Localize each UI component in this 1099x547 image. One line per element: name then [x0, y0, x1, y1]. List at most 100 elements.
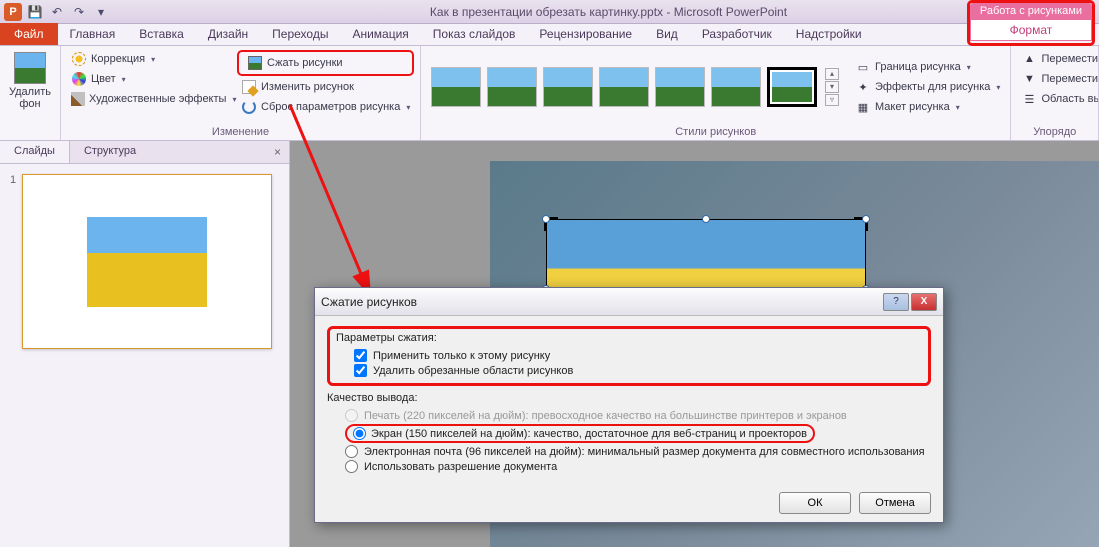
group-remove-bg: Удалитьфон	[0, 46, 61, 140]
compress-icon	[248, 56, 262, 70]
quality-document-input[interactable]	[345, 460, 358, 473]
group-styles-label: Стили рисунков	[427, 124, 1004, 138]
tab-file[interactable]: Файл	[0, 23, 58, 45]
corrections-label: Коррекция	[91, 53, 145, 65]
remove-background-button[interactable]: Удалитьфон	[6, 50, 54, 138]
tab-slideshow[interactable]: Показ слайдов	[421, 23, 528, 45]
remove-bg-l1: Удалить	[9, 86, 51, 98]
pic-effects-label: Эффекты для рисунка	[875, 81, 990, 93]
selection-icon: ☰	[1021, 91, 1037, 107]
group-picture-styles: ▴ ▾ ▿ ▭ Граница рисунка ✦Эффекты для рису…	[421, 46, 1011, 140]
delete-cropped-input[interactable]	[354, 364, 367, 377]
border-icon: ▭	[855, 59, 871, 75]
change-picture-icon	[242, 80, 256, 94]
palette-icon	[72, 72, 86, 86]
tab-insert[interactable]: Вставка	[127, 23, 196, 45]
ribbon: Удалитьфон Коррекция Цвет Художественные…	[0, 46, 1099, 141]
color-label: Цвет	[91, 73, 116, 85]
ok-button[interactable]: ОК	[779, 492, 851, 514]
quality-screen-highlight: Экран (150 пикселей на дюйм): качество, …	[345, 424, 815, 443]
compress-label: Сжать рисунки	[267, 57, 343, 69]
corrections-button[interactable]: Коррекция	[67, 50, 237, 68]
style-thumb-7[interactable]	[767, 67, 817, 107]
dialog-title: Сжатие рисунков	[321, 295, 417, 309]
contextual-group-label: Работа с рисунками	[970, 3, 1092, 19]
style-thumb-2[interactable]	[487, 67, 537, 107]
redo-icon[interactable]: ↷	[70, 3, 88, 21]
quick-access-toolbar: 💾 ↶ ↷ ▾	[26, 3, 110, 21]
effects-label: Художественные эффекты	[89, 93, 226, 105]
group-arrange-label: Упорядо	[1017, 124, 1092, 138]
ribbon-tabs: Файл Главная Вставка Дизайн Переходы Ани…	[0, 24, 1099, 46]
panel-tabs: Слайды Структура ×	[0, 141, 289, 164]
dialog-body: Параметры сжатия: Применить только к это…	[315, 316, 943, 484]
quality-screen-input[interactable]	[353, 427, 366, 440]
apply-only-this-input[interactable]	[354, 349, 367, 362]
contextual-picture-tools: Работа с рисунками Формат	[967, 0, 1095, 46]
style-thumb-5[interactable]	[655, 67, 705, 107]
title-bar: P 💾 ↶ ↷ ▾ Как в презентации обрезать кар…	[0, 0, 1099, 24]
quality-email-input[interactable]	[345, 445, 358, 458]
picture-layout-button[interactable]: ▦Макет рисунка	[851, 98, 1004, 116]
send-backward-button[interactable]: ▼Переместить на	[1017, 70, 1099, 88]
brush-icon	[71, 92, 85, 106]
picture-border-button[interactable]: ▭ Граница рисунка	[851, 58, 1004, 76]
tab-format[interactable]: Формат	[970, 19, 1092, 41]
slides-panel: Слайды Структура × 1	[0, 141, 290, 547]
tab-view[interactable]: Вид	[644, 23, 690, 45]
tab-home[interactable]: Главная	[58, 23, 128, 45]
reset-picture-button[interactable]: Сброс параметров рисунка	[237, 98, 414, 116]
change-picture-button[interactable]: Изменить рисунок	[237, 78, 414, 96]
delete-cropped-checkbox[interactable]: Удалить обрезанные области рисунков	[354, 363, 922, 378]
gallery-more[interactable]: ▿	[825, 94, 839, 106]
quality-document-radio[interactable]: Использовать разрешение документа	[345, 459, 931, 474]
bring-forward-button[interactable]: ▲Переместить вп	[1017, 50, 1099, 68]
style-thumb-4[interactable]	[599, 67, 649, 107]
tab-review[interactable]: Рецензирование	[527, 23, 644, 45]
panel-tab-structure[interactable]: Структура	[70, 141, 150, 163]
gallery-down[interactable]: ▾	[825, 81, 839, 93]
style-thumb-3[interactable]	[543, 67, 593, 107]
picture-effects-button[interactable]: ✦Эффекты для рисунка	[851, 78, 1004, 96]
change-picture-label: Изменить рисунок	[261, 81, 354, 93]
handle-t[interactable]	[702, 215, 710, 223]
tab-animation[interactable]: Анимация	[340, 23, 420, 45]
tab-design[interactable]: Дизайн	[196, 23, 260, 45]
remove-bg-icon	[14, 52, 46, 84]
style-thumb-1[interactable]	[431, 67, 481, 107]
tab-addins[interactable]: Надстройки	[784, 23, 874, 45]
artistic-effects-button[interactable]: Художественные эффекты	[67, 90, 237, 108]
save-icon[interactable]: 💾	[26, 3, 44, 21]
dialog-help-button[interactable]: ?	[883, 293, 909, 311]
qat-more-icon[interactable]: ▾	[92, 3, 110, 21]
quality-screen-row: Экран (150 пикселей на дюйм): качество, …	[345, 423, 931, 444]
tab-transitions[interactable]: Переходы	[260, 23, 340, 45]
handle-tl[interactable]	[542, 215, 550, 223]
border-label: Граница рисунка	[875, 61, 961, 73]
picture-style-gallery[interactable]: ▴ ▾ ▿	[427, 63, 843, 111]
panel-tab-slides[interactable]: Слайды	[0, 141, 70, 163]
quality-screen-text: Экран (150 пикселей на дюйм): качество, …	[371, 428, 807, 440]
color-button[interactable]: Цвет	[67, 70, 237, 88]
slide-thumb-image	[87, 217, 207, 307]
gallery-up[interactable]: ▴	[825, 68, 839, 80]
selection-pane-button[interactable]: ☰ Область выделе	[1017, 90, 1099, 108]
compress-pictures-button[interactable]: Сжать рисунки	[243, 54, 408, 72]
backward-icon: ▼	[1021, 71, 1037, 87]
quality-email-radio[interactable]: Электронная почта (96 пикселей на дюйм):…	[345, 444, 931, 459]
group-adjust: Коррекция Цвет Художественные эффекты Сж…	[61, 46, 421, 140]
slide-thumbnail-1[interactable]	[22, 174, 272, 349]
selection-label: Область выделе	[1041, 93, 1099, 105]
handle-tr[interactable]	[862, 215, 870, 223]
slide-thumb-row: 1	[0, 164, 289, 359]
forward-label: Переместить вп	[1041, 53, 1099, 65]
dialog-close-button[interactable]: X	[911, 293, 937, 311]
apply-only-this-checkbox[interactable]: Применить только к этому рисунку	[354, 348, 922, 363]
tab-developer[interactable]: Разработчик	[690, 23, 784, 45]
undo-icon[interactable]: ↶	[48, 3, 66, 21]
layout-icon: ▦	[855, 99, 871, 115]
style-thumb-6[interactable]	[711, 67, 761, 107]
dialog-titlebar[interactable]: Сжатие рисунков ? X	[315, 288, 943, 316]
panel-close-button[interactable]: ×	[266, 141, 289, 163]
cancel-button[interactable]: Отмена	[859, 492, 931, 514]
